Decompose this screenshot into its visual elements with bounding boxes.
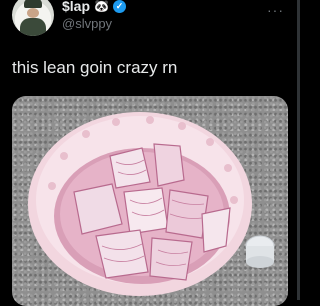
more-options-icon[interactable]: ··· [267,2,284,18]
onion-bowl-photo [28,112,275,296]
panda-emoji-icon: 🐼 [94,0,109,13]
author-name-row[interactable]: $lap 🐼 ✓ [62,0,126,14]
avatar[interactable] [12,0,54,36]
tweet-media-image[interactable] [12,96,288,306]
avatar-body [20,18,46,36]
scrollbar[interactable] [297,0,300,300]
verified-badge-icon: ✓ [112,0,126,13]
display-name[interactable]: $lap [62,0,90,14]
avatar-face [27,8,39,18]
tweet-text: this lean goin crazy rn [12,58,178,77]
author-handle[interactable]: @slvppy [62,16,112,31]
avatar-hat [24,0,42,8]
